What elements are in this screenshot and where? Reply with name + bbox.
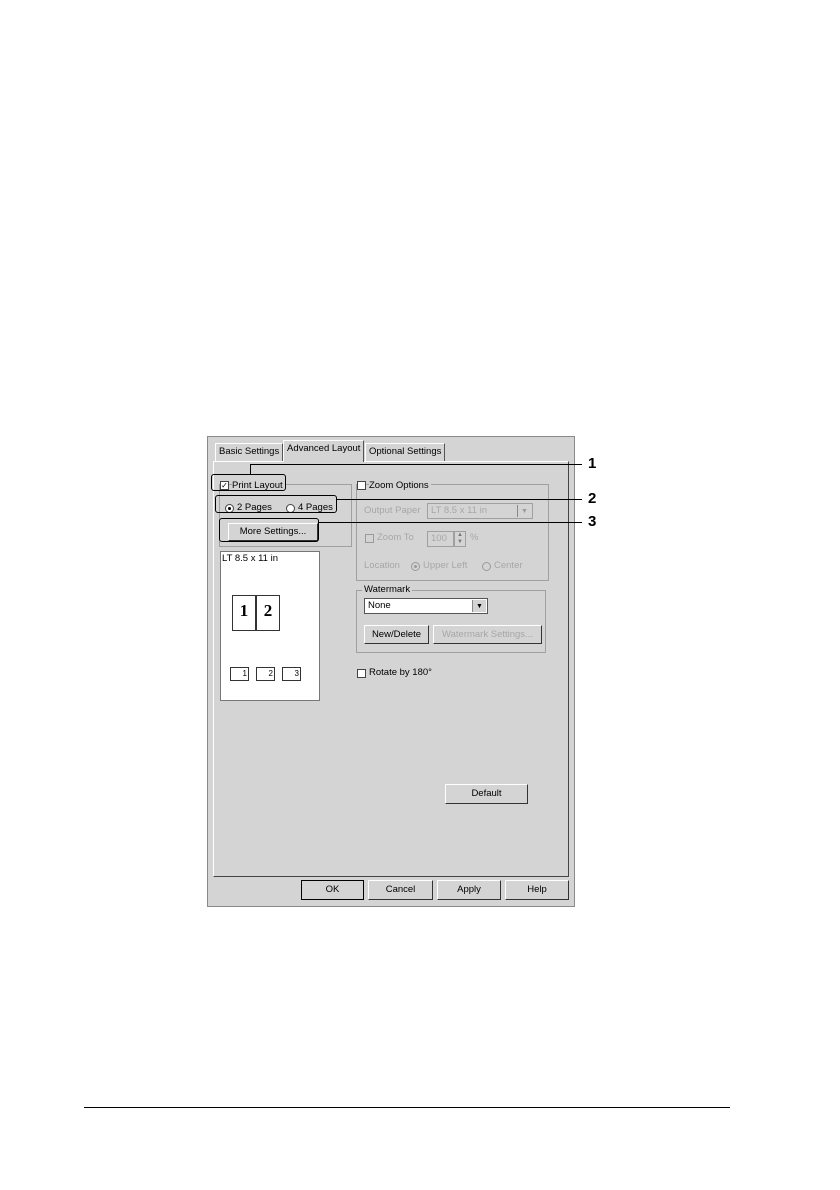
location-label: Location: [364, 560, 400, 571]
page-order-icon-1[interactable]: 1: [230, 667, 249, 681]
callout-line-1-drop: [250, 464, 251, 474]
page-order-icon-3[interactable]: 3: [282, 667, 301, 681]
preview-sheet: 1 2: [232, 595, 282, 633]
callout-number-3: 3: [588, 513, 597, 530]
apply-button[interactable]: Apply: [437, 880, 501, 900]
preview-page-1: 1: [232, 595, 256, 631]
preview-paper-size: LT 8.5 x 11 in: [222, 553, 278, 564]
percent-label: %: [470, 532, 479, 543]
new-delete-button[interactable]: New/Delete: [364, 625, 429, 644]
cancel-button[interactable]: Cancel: [368, 880, 433, 900]
location-center-label: Center: [494, 560, 523, 571]
chevron-down-icon: ▼: [517, 505, 531, 517]
zoom-to-label: Zoom To: [377, 532, 414, 543]
tab-optional-settings[interactable]: Optional Settings: [365, 443, 446, 461]
callout-line-2: [337, 499, 582, 500]
help-button[interactable]: Help: [505, 880, 569, 900]
rotate-180-label: Rotate by 180°: [369, 667, 432, 678]
zoom-to-checkbox[interactable]: [365, 534, 374, 543]
callout-line-1: [251, 464, 582, 465]
output-paper-label: Output Paper: [364, 505, 421, 516]
callout-number-1: 1: [588, 455, 597, 472]
watermark-select[interactable]: None ▼: [364, 598, 488, 614]
tab-advanced-layout[interactable]: Advanced Layout: [283, 440, 365, 462]
rotate-180-checkbox[interactable]: [357, 669, 366, 678]
callout-line-3: [319, 522, 582, 523]
layout-preview: LT 8.5 x 11 in 1 2 1 2 3: [220, 551, 320, 701]
chevron-down-icon: ▼: [472, 600, 486, 612]
zoom-value-field[interactable]: 100: [427, 531, 454, 547]
zoom-options-label: Zoom Options: [369, 480, 431, 492]
page-footer-rule: [84, 1107, 730, 1108]
default-button[interactable]: Default: [445, 784, 528, 804]
watermark-label: Watermark: [362, 584, 413, 596]
callout-number-2: 2: [588, 490, 597, 507]
location-center-radio[interactable]: [482, 562, 491, 571]
tab-basic-settings[interactable]: Basic Settings: [215, 443, 284, 461]
callout-box-3: [219, 518, 319, 542]
zoom-spinner[interactable]: ▲ ▼: [454, 531, 466, 547]
page-order-icon-2[interactable]: 2: [256, 667, 275, 681]
callout-box-2: [215, 495, 337, 513]
callout-box-1: [211, 474, 286, 491]
watermark-settings-button[interactable]: Watermark Settings...: [433, 625, 542, 644]
output-paper-select[interactable]: LT 8.5 x 11 in ▼: [427, 503, 533, 519]
preview-page-2: 2: [256, 595, 280, 631]
location-upper-left-label: Upper Left: [423, 560, 468, 571]
zoom-options-checkbox[interactable]: [357, 481, 366, 490]
ok-button[interactable]: OK: [301, 880, 364, 900]
location-upper-left-radio[interactable]: [411, 562, 420, 571]
